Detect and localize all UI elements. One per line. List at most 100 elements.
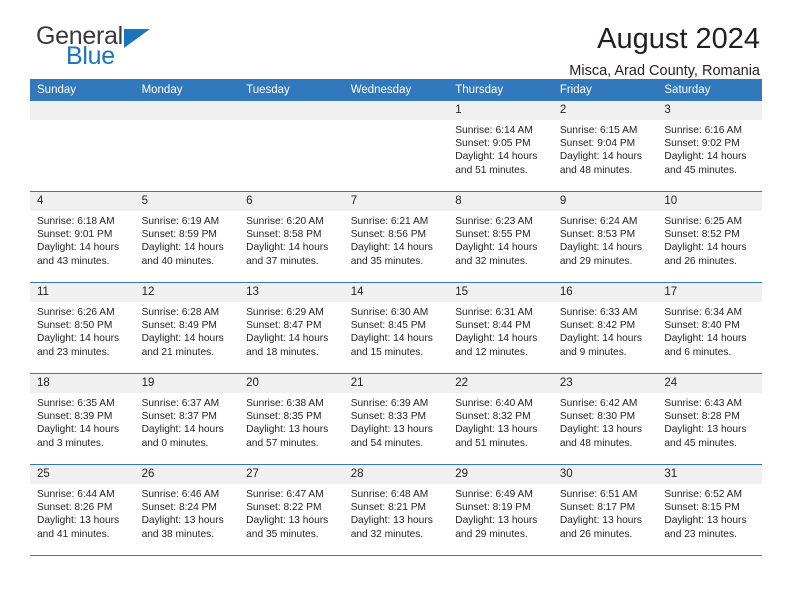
sunset-text: Sunset: 8:35 PM [246, 411, 322, 423]
sunset-text: Sunset: 8:32 PM [455, 411, 531, 423]
day-cell-inner: 21 Sunrise: 6:39 AM Sunset: 8:33 PM Dayligh… [343, 374, 449, 464]
sunrise-text: Sunrise: 6:49 AM [455, 489, 533, 500]
daylight-text-line2: and 51 minutes. [455, 437, 528, 449]
day-cell-inner: 10 Sunrise: 6:25 AM Sunset: 8:52 PM Dayligh… [657, 192, 762, 282]
day-number: 23 [552, 374, 658, 393]
sunrise-text: Sunrise: 6:48 AM [350, 489, 429, 500]
weekday-header-saturday: Saturday [657, 79, 762, 101]
calendar-day-cell[interactable]: 1 Sunrise: 6:14 AM Sunset: 9:05 PM Daylight… [448, 101, 553, 192]
calendar-day-cell[interactable]: 19 Sunrise: 6:37 AM Sunset: 8:37 PM Dayligh… [134, 373, 240, 465]
day-number: 8 [448, 192, 553, 211]
calendar-day-cell[interactable]: 12 Sunrise: 6:28 AM Sunset: 8:49 PM Dayligh… [134, 282, 240, 374]
day-details: Sunrise: 6:38 AM Sunset: 8:35 PM Daylight:… [239, 393, 344, 450]
day-details: Sunrise: 6:51 AM Sunset: 8:17 PM Daylight:… [553, 484, 658, 541]
calendar-page: General Blue August 2024 Misca, Arad Cou… [0, 0, 792, 612]
day-cell-inner [239, 101, 344, 191]
calendar-day-cell[interactable]: 5 Sunrise: 6:19 AM Sunset: 8:59 PM Daylight… [134, 191, 240, 283]
day-details: Sunrise: 6:29 AM Sunset: 8:47 PM Daylight:… [239, 302, 344, 359]
calendar-day-cell[interactable]: 8 Sunrise: 6:23 AM Sunset: 8:55 PM Daylight… [448, 191, 553, 283]
calendar-day-cell-empty [343, 101, 449, 192]
daylight-text-line2: and 0 minutes. [141, 437, 209, 449]
sunset-text: Sunset: 8:40 PM [664, 320, 740, 332]
calendar-day-cell[interactable]: 13 Sunrise: 6:29 AM Sunset: 8:47 PM Dayligh… [239, 282, 344, 374]
day-cell-inner: 6 Sunrise: 6:20 AM Sunset: 8:58 PM Daylight… [239, 192, 344, 282]
daylight-text-line2: and 6 minutes. [664, 346, 732, 358]
weekday-header-tuesday: Tuesday [239, 79, 344, 101]
calendar-day-cell[interactable]: 6 Sunrise: 6:20 AM Sunset: 8:58 PM Daylight… [239, 191, 344, 283]
calendar-day-cell[interactable]: 18 Sunrise: 6:35 AM Sunset: 8:39 PM Dayligh… [30, 373, 135, 465]
brand-logo[interactable]: General Blue [30, 24, 150, 69]
calendar-day-cell[interactable]: 10 Sunrise: 6:25 AM Sunset: 8:52 PM Dayligh… [657, 191, 762, 283]
day-details: Sunrise: 6:28 AM Sunset: 8:49 PM Daylight:… [135, 302, 240, 359]
daylight-text-line2: and 18 minutes. [246, 346, 319, 358]
calendar-day-cell[interactable]: 25 Sunrise: 6:44 AM Sunset: 8:26 PM Dayligh… [30, 464, 135, 555]
day-cell-inner: 8 Sunrise: 6:23 AM Sunset: 8:55 PM Daylight… [448, 192, 553, 282]
day-number: 30 [552, 465, 658, 484]
sunset-text: Sunset: 8:55 PM [455, 229, 531, 241]
day-details: Sunrise: 6:47 AM Sunset: 8:22 PM Daylight:… [239, 484, 344, 541]
sunset-text: Sunset: 8:49 PM [141, 320, 217, 332]
calendar-day-cell[interactable]: 22 Sunrise: 6:40 AM Sunset: 8:32 PM Dayligh… [448, 373, 553, 465]
sunset-text: Sunset: 8:39 PM [37, 411, 113, 423]
calendar-day-cell[interactable]: 11 Sunrise: 6:26 AM Sunset: 8:50 PM Dayligh… [30, 282, 135, 374]
calendar-day-cell[interactable]: 4 Sunrise: 6:18 AM Sunset: 9:01 PM Daylight… [30, 191, 135, 283]
calendar-day-cell[interactable]: 27 Sunrise: 6:47 AM Sunset: 8:22 PM Dayligh… [239, 464, 344, 555]
day-cell-inner: 29 Sunrise: 6:49 AM Sunset: 8:19 PM Dayligh… [448, 465, 553, 555]
day-details: Sunrise: 6:33 AM Sunset: 8:42 PM Daylight:… [553, 302, 658, 359]
calendar-day-cell[interactable]: 14 Sunrise: 6:30 AM Sunset: 8:45 PM Dayligh… [343, 282, 449, 374]
daylight-text-line1: Daylight: 13 hours [246, 424, 329, 436]
day-number: 7 [343, 192, 449, 211]
sunrise-text: Sunrise: 6:16 AM [664, 125, 742, 136]
calendar-day-cell[interactable]: 16 Sunrise: 6:33 AM Sunset: 8:42 PM Dayligh… [552, 282, 658, 374]
calendar-day-cell[interactable]: 15 Sunrise: 6:31 AM Sunset: 8:44 PM Dayligh… [448, 282, 553, 374]
day-cell-inner: 4 Sunrise: 6:18 AM Sunset: 9:01 PM Daylight… [30, 192, 135, 282]
calendar-day-cell[interactable]: 21 Sunrise: 6:39 AM Sunset: 8:33 PM Dayligh… [343, 373, 449, 465]
daylight-text-line1: Daylight: 13 hours [455, 424, 538, 436]
sunset-text: Sunset: 8:50 PM [37, 320, 113, 332]
day-number: 17 [657, 283, 762, 302]
calendar-day-cell[interactable]: 28 Sunrise: 6:48 AM Sunset: 8:21 PM Dayligh… [343, 464, 449, 555]
day-number: 29 [448, 465, 553, 484]
sunset-text: Sunset: 8:42 PM [559, 320, 636, 332]
daylight-text-line1: Daylight: 14 hours [141, 333, 224, 345]
daylight-text-line2: and 23 minutes. [664, 528, 737, 540]
calendar-day-cell[interactable]: 26 Sunrise: 6:46 AM Sunset: 8:24 PM Dayligh… [134, 464, 240, 555]
sunrise-text: Sunrise: 6:29 AM [246, 307, 324, 318]
calendar-body: 1 Sunrise: 6:14 AM Sunset: 9:05 PM Daylight… [30, 101, 762, 555]
calendar-table: Sunday Monday Tuesday Wednesday Thursday… [30, 79, 762, 555]
calendar-day-cell[interactable]: 9 Sunrise: 6:24 AM Sunset: 8:53 PM Daylight… [552, 191, 658, 283]
sunset-text: Sunset: 8:24 PM [141, 502, 217, 514]
calendar-day-cell[interactable]: 23 Sunrise: 6:42 AM Sunset: 8:30 PM Dayligh… [552, 373, 658, 465]
day-number: 20 [239, 374, 344, 393]
day-details: Sunrise: 6:23 AM Sunset: 8:55 PM Daylight:… [448, 211, 553, 268]
day-number [134, 101, 240, 120]
sunset-text: Sunset: 8:30 PM [559, 411, 636, 423]
calendar-day-cell[interactable]: 29 Sunrise: 6:49 AM Sunset: 8:19 PM Dayligh… [448, 464, 553, 555]
day-details: Sunrise: 6:16 AM Sunset: 9:02 PM Daylight:… [657, 120, 762, 177]
daylight-text-line1: Daylight: 13 hours [559, 515, 642, 527]
daylight-text-line1: Daylight: 14 hours [350, 242, 433, 254]
day-cell-inner: 22 Sunrise: 6:40 AM Sunset: 8:32 PM Dayligh… [448, 374, 553, 464]
calendar-day-cell[interactable]: 17 Sunrise: 6:34 AM Sunset: 8:40 PM Dayligh… [657, 282, 762, 374]
sunset-text: Sunset: 8:44 PM [455, 320, 531, 332]
day-details: Sunrise: 6:24 AM Sunset: 8:53 PM Daylight:… [553, 211, 658, 268]
calendar-day-cell[interactable]: 3 Sunrise: 6:16 AM Sunset: 9:02 PM Daylight… [657, 101, 762, 192]
calendar-week-row: 1 Sunrise: 6:14 AM Sunset: 9:05 PM Daylight… [30, 101, 762, 192]
calendar-day-cell[interactable]: 30 Sunrise: 6:51 AM Sunset: 8:17 PM Dayligh… [552, 464, 658, 555]
day-cell-inner: 30 Sunrise: 6:51 AM Sunset: 8:17 PM Dayligh… [552, 465, 658, 555]
calendar-day-cell[interactable]: 31 Sunrise: 6:52 AM Sunset: 8:15 PM Dayligh… [657, 464, 762, 555]
day-details: Sunrise: 6:34 AM Sunset: 8:40 PM Daylight:… [657, 302, 762, 359]
calendar-week-row: 25 Sunrise: 6:44 AM Sunset: 8:26 PM Dayligh… [30, 464, 762, 555]
daylight-text-line2: and 40 minutes. [141, 255, 215, 267]
calendar-day-cell[interactable]: 2 Sunrise: 6:15 AM Sunset: 9:04 PM Daylight… [552, 101, 658, 192]
day-details: Sunrise: 6:31 AM Sunset: 8:44 PM Daylight:… [448, 302, 553, 359]
calendar-day-cell[interactable]: 7 Sunrise: 6:21 AM Sunset: 8:56 PM Daylight… [343, 191, 449, 283]
sunrise-text: Sunrise: 6:39 AM [350, 398, 429, 409]
day-cell-inner: 18 Sunrise: 6:35 AM Sunset: 8:39 PM Dayligh… [30, 374, 135, 464]
day-details: Sunrise: 6:19 AM Sunset: 8:59 PM Daylight:… [135, 211, 240, 268]
calendar-day-cell[interactable]: 24 Sunrise: 6:43 AM Sunset: 8:28 PM Dayligh… [657, 373, 762, 465]
day-number: 2 [552, 101, 658, 120]
calendar-week-row: 11 Sunrise: 6:26 AM Sunset: 8:50 PM Dayligh… [30, 282, 762, 374]
calendar-day-cell[interactable]: 20 Sunrise: 6:38 AM Sunset: 8:35 PM Dayligh… [239, 373, 344, 465]
day-cell-inner: 31 Sunrise: 6:52 AM Sunset: 8:15 PM Dayligh… [657, 465, 762, 555]
